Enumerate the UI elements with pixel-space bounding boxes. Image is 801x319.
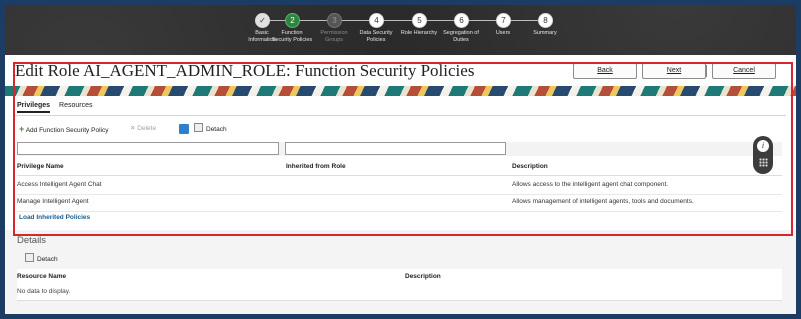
page-header: Edit Role AI_AGENT_ADMIN_ROLE: Function … [5,55,796,96]
column-inherited-from-role[interactable]: Inherited from Role [286,163,346,170]
page-title: Edit Role AI_AGENT_ADMIN_ROLE: Function … [15,61,475,80]
step-role-hierarchy[interactable]: 5 [412,13,427,28]
privilege-name-cell: Manage Intelligent Agent [17,198,89,205]
decorative-banner [5,86,796,96]
step-data-security-policies[interactable]: 4 [369,13,384,28]
column-privilege-name[interactable]: Privilege Name [17,163,64,170]
description-cell: Allows management of intelligent agents,… [512,198,694,205]
step-permission-groups: 3 [327,13,342,28]
filter-row [17,142,782,156]
step-summary[interactable]: 8 [538,13,553,28]
step-label: Summary [533,30,557,36]
tab-resources[interactable]: Resources [59,102,92,111]
cancel-button[interactable]: Cancel [712,63,776,79]
column-description[interactable]: Description [512,163,548,170]
no-data-message: No data to display. [17,288,71,295]
delete-button[interactable]: ✕ Delete [130,123,156,135]
inherited-role-filter[interactable] [285,142,506,155]
tab-bar: Privileges Resources [17,102,100,113]
detach-button[interactable]: Detach [194,123,227,136]
column-description[interactable]: Description [405,273,441,280]
add-function-security-policy-button[interactable]: + Add Function Security Policy [19,123,108,137]
delete-label: Delete [137,125,157,132]
edit-icon[interactable] [179,124,189,134]
load-inherited-policies-link[interactable]: Load Inherited Policies [19,214,90,221]
step-function-security-policies[interactable]: 2 [285,13,300,28]
process-train: ✓ Basic Information 2 Function Security … [5,5,796,55]
plus-icon: + [19,124,25,134]
step-segregation-of-duties[interactable]: 6 [454,13,469,28]
help-widget[interactable]: i [753,136,773,174]
tab-divider [15,115,786,116]
grid-header: Privilege Name Inherited from Role Descr… [17,159,782,176]
details-detach-button[interactable]: Detach [25,253,58,263]
detach-icon [194,123,203,132]
detach-icon [25,253,34,262]
back-button[interactable]: Back [573,63,637,79]
table-row[interactable]: Access Intelligent Agent Chat Allows acc… [17,177,782,195]
add-label: Add Function Security Policy [25,127,109,134]
detach-label: Detach [37,256,58,263]
details-grid-header: Resource Name Description [17,269,782,285]
next-button[interactable]: Next [642,63,706,79]
grid-menu-icon[interactable] [759,158,768,167]
close-icon: ✕ [130,125,136,132]
column-resource-name[interactable]: Resource Name [17,273,66,280]
privileges-panel: Privileges Resources + Add Function Secu… [5,96,796,230]
table-row[interactable]: Manage Intelligent Agent Allows manageme… [17,194,782,212]
step-users[interactable]: 7 [496,13,511,28]
empty-row: No data to display. [17,284,782,301]
details-heading: Details [17,235,47,246]
app-frame: ✓ Basic Information 2 Function Security … [5,5,796,314]
tab-privileges[interactable]: Privileges [17,102,51,113]
step-basic-information[interactable]: ✓ [255,13,270,28]
privilege-name-filter[interactable] [17,142,279,155]
info-icon[interactable]: i [757,140,769,152]
description-cell: Allows access to the intelligent agent c… [512,181,669,188]
button-divider [706,65,707,77]
privilege-name-cell: Access Intelligent Agent Chat [17,181,102,188]
detach-label: Detach [206,126,227,133]
details-section: Details Detach Resource Name Description… [5,232,796,314]
